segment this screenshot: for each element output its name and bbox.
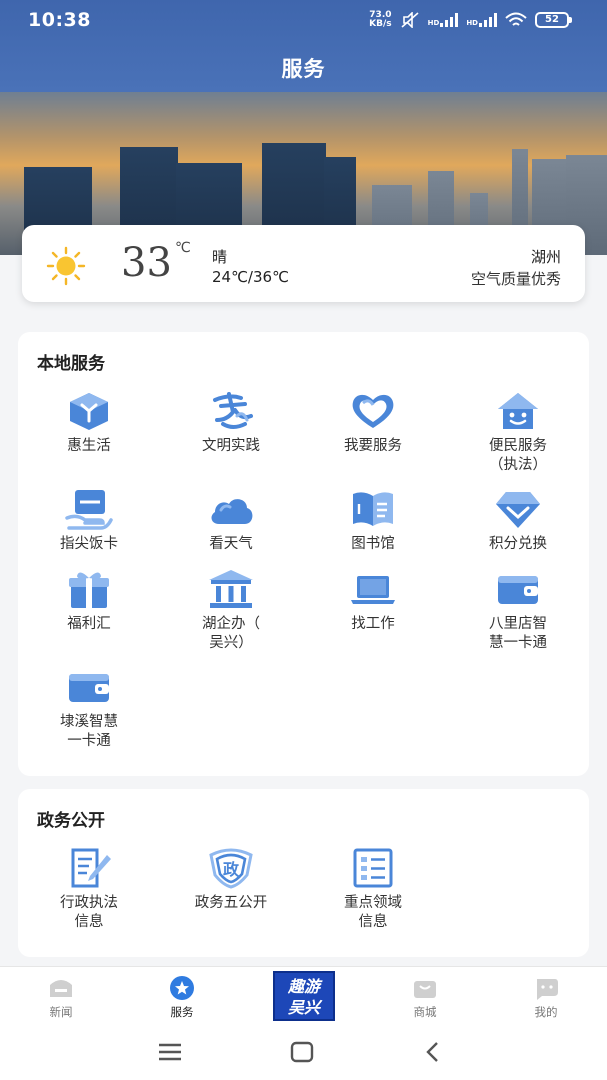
signal-bars-icon xyxy=(440,13,459,27)
service-daixi-card[interactable]: 埭溪智慧 一卡通 xyxy=(18,666,160,751)
cloud-icon xyxy=(211,499,253,524)
document-pen-icon xyxy=(71,848,111,888)
temperature: 33 xyxy=(121,240,172,286)
wallet-icon xyxy=(498,576,538,604)
signal-1: HD xyxy=(428,13,459,27)
svg-text:政: 政 xyxy=(223,860,240,879)
service-balidian-card[interactable]: 八里店智 慧一卡通 xyxy=(447,568,589,653)
book-icon xyxy=(353,492,393,526)
gov-enforcement-info[interactable]: 行政执法 信息 xyxy=(18,847,160,932)
menu-icon[interactable] xyxy=(150,1038,190,1066)
service-hui-shenghuo[interactable]: 惠生活 xyxy=(18,390,160,456)
tab-services[interactable]: 服务 xyxy=(142,975,222,1020)
gift-icon xyxy=(69,572,109,608)
star-icon xyxy=(170,976,194,1000)
battery-indicator: 52 xyxy=(535,12,572,28)
cube-icon xyxy=(70,393,108,430)
back-icon[interactable] xyxy=(413,1038,453,1066)
weather-condition: 晴 xyxy=(212,248,228,266)
service-woyao-fuwu[interactable]: 我要服务 xyxy=(302,390,444,456)
signal-2: HD xyxy=(466,13,497,27)
smiling-house-icon xyxy=(498,393,538,429)
profile-icon xyxy=(537,979,558,1000)
service-huqi-ban[interactable]: 湖企办（ 吴兴） xyxy=(160,568,302,653)
weather-card[interactable]: 33 ℃ 晴 24℃/36℃ 湖州 空气质量优秀 xyxy=(22,225,585,302)
air-quality: 空气质量优秀 xyxy=(470,270,561,288)
heart-icon xyxy=(352,394,394,428)
service-zhijian-fanka[interactable]: 指尖饭卡 xyxy=(18,488,160,554)
gov-badge-icon: 政 xyxy=(209,848,253,889)
tab-profile[interactable]: 我的 xyxy=(506,975,586,1020)
wallet-icon xyxy=(69,674,109,702)
tab-mall[interactable]: 商城 xyxy=(385,975,465,1020)
service-kan-tianqi[interactable]: 看天气 xyxy=(160,488,302,554)
app-header: 10:38 73.0 KB/s HD HD 52 服务 xyxy=(0,0,607,92)
card-in-hand-icon xyxy=(65,490,113,530)
tab-news[interactable]: 新闻 xyxy=(21,975,101,1020)
news-icon xyxy=(50,980,72,997)
service-tushuguan[interactable]: 图书馆 xyxy=(302,488,444,554)
city-name: 湖州 xyxy=(530,248,561,266)
temperature-unit: ℃ xyxy=(175,240,191,256)
service-jifen-duihuan[interactable]: 积分兑换 xyxy=(447,488,589,554)
service-bianmin-fuwu[interactable]: 便民服务 （执法） xyxy=(447,390,589,475)
page-title: 服务 xyxy=(281,57,326,81)
home-icon[interactable] xyxy=(282,1038,322,1066)
gov-key-areas-info[interactable]: 重点领域 信息 xyxy=(302,847,444,932)
section-title: 本地服务 xyxy=(37,354,105,374)
local-services-card: 本地服务 惠生活 文明实践 我要服务 便民服务 （执法） 指尖饭卡 看天气 图书… xyxy=(18,332,589,776)
laptop-icon xyxy=(351,576,395,604)
signal-bars-icon xyxy=(479,13,497,27)
diamond-icon xyxy=(496,492,540,528)
status-icons: 73.0 KB/s HD HD 52 xyxy=(369,10,572,29)
mute-vibrate-icon xyxy=(401,12,419,28)
bottom-tab-bar: 新闻 服务 趣游 吴兴 商城 我的 xyxy=(0,966,607,1026)
list-document-icon xyxy=(353,848,393,888)
promo-quyou-wuxing-button[interactable]: 趣游 吴兴 xyxy=(273,971,335,1021)
system-navigation-bar xyxy=(0,1026,607,1080)
status-bar: 10:38 73.0 KB/s HD HD 52 xyxy=(0,0,607,40)
gov-affairs-card: 政务公开 行政执法 信息 政 政务五公开 重点领域 信息 xyxy=(18,789,589,957)
temperature-range: 24℃/36℃ xyxy=(212,268,289,286)
wifi-icon xyxy=(505,12,527,26)
network-speed: 73.0 KB/s xyxy=(369,10,392,29)
service-fuli-hui[interactable]: 福利汇 xyxy=(18,568,160,634)
shopping-bag-icon xyxy=(414,981,436,998)
gov-five-disclosures[interactable]: 政 政务五公开 xyxy=(160,847,302,913)
sun-icon xyxy=(46,246,86,286)
calligraphy-icon xyxy=(213,392,253,429)
section-title: 政务公开 xyxy=(37,811,105,831)
service-zhao-gongzuo[interactable]: 找工作 xyxy=(302,568,444,634)
government-building-icon xyxy=(209,570,253,608)
service-wenming-shijian[interactable]: 文明实践 xyxy=(160,390,302,456)
status-time: 10:38 xyxy=(28,9,91,31)
